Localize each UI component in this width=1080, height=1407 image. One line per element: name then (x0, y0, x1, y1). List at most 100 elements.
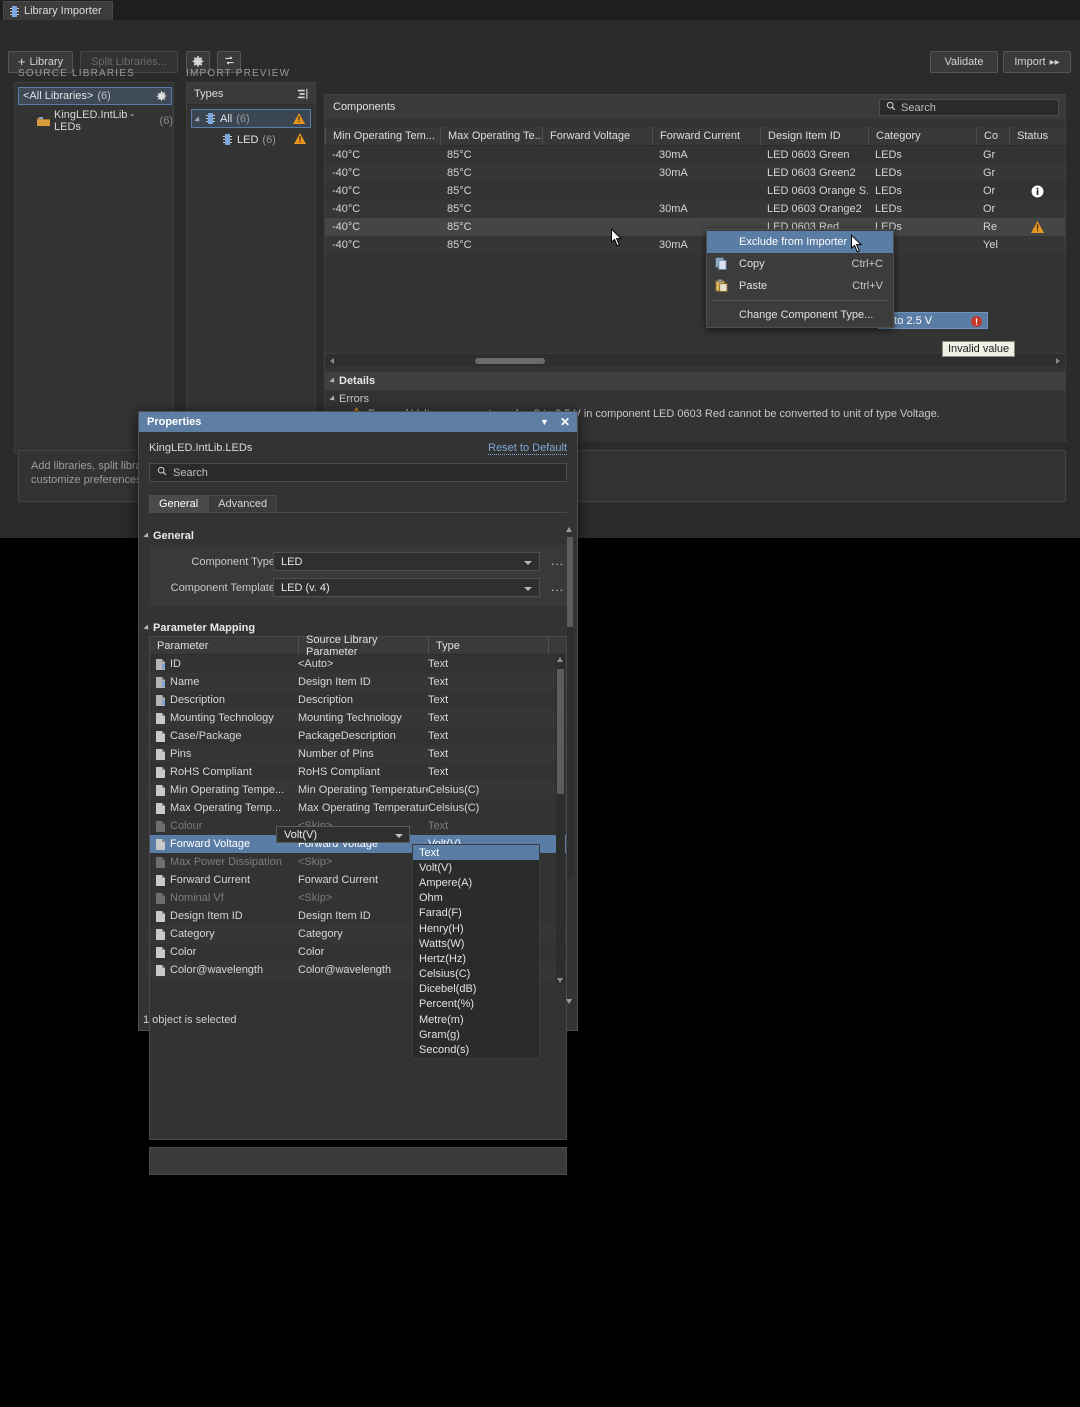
pm-cell-parameter[interactable]: Min Operating Tempe... (150, 784, 298, 796)
table-cell-design-item-id[interactable]: LED 0603 Orange S... (760, 182, 868, 200)
table-cell-min-temp[interactable]: -40°C (325, 182, 440, 200)
close-icon[interactable]: ✕ (560, 415, 570, 429)
table-row[interactable]: -40°C85°C30mADsYel (325, 236, 1065, 254)
parameter-mapping-row[interactable]: Name Design Item ID Text (150, 673, 566, 691)
general-group-header[interactable]: General (143, 530, 194, 542)
table-cell-fwd-current[interactable]: 30mA (652, 200, 760, 218)
tab-library-importer[interactable]: Library Importer (3, 1, 113, 20)
table-cell-color[interactable]: Or (976, 182, 1009, 200)
component-column-header[interactable]: Forward Current (652, 127, 760, 145)
table-cell-color[interactable]: Yel (976, 236, 1009, 254)
unit-option[interactable]: Dicebel(dB) (413, 982, 539, 997)
unit-option[interactable]: Watts(W) (413, 936, 539, 951)
pm-cell-source[interactable]: Min Operating Temperature (298, 784, 428, 796)
pm-cell-source[interactable]: Design Item ID (298, 910, 428, 922)
chevron-down-icon[interactable] (194, 116, 202, 124)
table-cell-min-temp[interactable]: -40°C (325, 218, 440, 236)
pm-cell-parameter[interactable]: Color@wavelength (150, 964, 298, 976)
table-cell-design-item-id[interactable]: LED 0603 Green (760, 146, 868, 164)
table-cell-category[interactable]: LEDs (868, 164, 976, 182)
table-row[interactable]: -40°C 85°C LED 0603 Orange S... LEDs Or (325, 182, 1065, 200)
menu-item-copy[interactable]: Copy Ctrl+C (707, 253, 893, 275)
parameter-mapping-row[interactable]: Case/Package PackageDescription Text (150, 727, 566, 745)
component-template-combo[interactable]: LED (v. 4) (273, 578, 540, 597)
table-cell-min-temp[interactable]: -40°C (325, 146, 440, 164)
status-warning-icon[interactable] (1009, 218, 1065, 236)
forward-voltage-editor[interactable]: 2 to 2.5 V ! (878, 312, 988, 329)
table-row[interactable]: -40°C 85°C 30mA LED 0603 Green LEDs Gr (325, 146, 1065, 164)
chevron-down-icon[interactable] (524, 561, 532, 565)
scroll-up-arrow[interactable] (566, 527, 572, 532)
table-cell-color[interactable]: Re (976, 218, 1009, 236)
table-cell-fwd-current[interactable]: 30mA (652, 146, 760, 164)
table-cell-status[interactable] (1009, 200, 1065, 218)
table-cell-fwd-voltage[interactable] (542, 182, 652, 200)
table-cell-design-item-id[interactable]: LED 0603 Orange2 (760, 200, 868, 218)
pm-cell-source[interactable]: RoHS Compliant (298, 766, 428, 778)
table-row[interactable]: -40°C 85°C 30mA LED 0603 Green2 LEDs Gr (325, 164, 1065, 182)
table-cell-category[interactable]: LEDs (868, 182, 976, 200)
unit-option[interactable]: Volt(V) (413, 860, 539, 875)
pm-cell-type[interactable]: Text (428, 676, 548, 688)
pm-cell-source[interactable]: <Auto> (298, 658, 428, 670)
gear-icon[interactable] (156, 91, 167, 105)
pm-cell-source[interactable]: Description (298, 694, 428, 706)
table-row[interactable]: -40°C 85°C 30mA LED 0603 Orange2 LEDs Or (325, 200, 1065, 218)
pm-cell-parameter[interactable]: Description (150, 694, 298, 706)
tab-general[interactable]: General (149, 495, 209, 512)
unit-option[interactable]: Farad(F) (413, 906, 539, 921)
component-column-header[interactable]: Status (1009, 127, 1065, 145)
table-cell-max-temp[interactable]: 85°C (440, 200, 542, 218)
scroll-right-arrow[interactable] (1056, 358, 1060, 364)
pm-cell-type[interactable]: Text (428, 748, 548, 760)
pm-cell-type[interactable]: Text (428, 712, 548, 724)
pm-cell-parameter[interactable]: Case/Package (150, 730, 298, 742)
component-template-more-button[interactable]: ... (551, 580, 564, 594)
pm-cell-parameter[interactable]: Color (150, 946, 298, 958)
table-cell-max-temp[interactable]: 85°C (440, 236, 542, 254)
table-cell-fwd-voltage[interactable] (542, 218, 652, 236)
pm-cell-parameter[interactable]: Nominal Vf (150, 892, 298, 904)
menu-item-paste[interactable]: Paste Ctrl+V (707, 275, 893, 297)
col-source-library-parameter[interactable]: Source Library Parameter (298, 634, 428, 658)
pm-cell-type[interactable]: Text (428, 766, 548, 778)
table-cell-color[interactable]: Gr (976, 146, 1009, 164)
table-cell-max-temp[interactable]: 85°C (440, 164, 542, 182)
scroll-left-arrow[interactable] (330, 358, 334, 364)
components-search-input[interactable]: Search (879, 99, 1059, 116)
pm-cell-source[interactable]: PackageDescription (298, 730, 428, 742)
import-button[interactable]: Import ▸▸ (1003, 51, 1071, 73)
parameter-mapping-row[interactable]: Max Operating Temp... Max Operating Tempe… (150, 799, 566, 817)
table-row[interactable]: -40°C 85°C LED 0603 Red LEDs Re (325, 218, 1065, 236)
validate-button[interactable]: Validate (930, 51, 998, 73)
table-cell-max-temp[interactable]: 85°C (440, 182, 542, 200)
unit-option[interactable]: Ampere(A) (413, 875, 539, 890)
table-cell-max-temp[interactable]: 85°C (440, 218, 542, 236)
pm-cell-parameter[interactable]: Max Power Dissipation (150, 856, 298, 868)
properties-vscrollbar[interactable] (566, 527, 574, 1407)
unit-option[interactable]: Hertz(Hz) (413, 951, 539, 966)
pm-cell-source[interactable]: Max Operating Temperature (298, 802, 428, 814)
parameter-mapping-row[interactable]: Pins Number of Pins Text (150, 745, 566, 763)
table-cell-min-temp[interactable]: -40°C (325, 200, 440, 218)
menu-item-exclude-from-importer[interactable]: Exclude from Importer (707, 231, 893, 253)
parameter-mapping-row[interactable]: RoHS Compliant RoHS Compliant Text (150, 763, 566, 781)
pm-cell-source[interactable]: Forward Current (298, 874, 428, 886)
scroll-down-arrow[interactable] (566, 999, 572, 1004)
reset-to-default-link[interactable]: Reset to Default (488, 442, 567, 455)
table-cell-color[interactable]: Gr (976, 164, 1009, 182)
component-column-header[interactable]: Category (868, 127, 976, 145)
pm-cell-parameter[interactable]: Forward Current (150, 874, 298, 886)
pm-cell-parameter[interactable]: Category (150, 928, 298, 940)
pm-cell-source[interactable]: Color (298, 946, 428, 958)
pm-cell-parameter[interactable]: Max Operating Temp... (150, 802, 298, 814)
type-node-led[interactable]: LED (6) (191, 130, 311, 149)
pm-cell-parameter[interactable]: ID (150, 658, 298, 670)
table-cell-fwd-current[interactable] (652, 182, 760, 200)
pm-cell-parameter[interactable]: Name (150, 676, 298, 688)
parameter-mapping-row[interactable]: Mounting Technology Mounting Technology Te… (150, 709, 566, 727)
unit-option[interactable]: Second(s) (413, 1042, 539, 1057)
pm-cell-parameter[interactable]: RoHS Compliant (150, 766, 298, 778)
chevron-down-icon[interactable] (524, 587, 532, 591)
tab-advanced[interactable]: Advanced (208, 495, 278, 512)
